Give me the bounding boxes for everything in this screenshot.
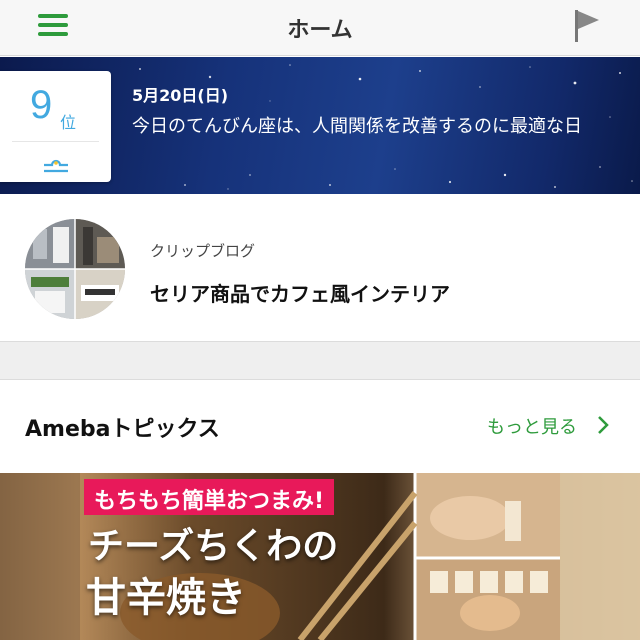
libra-icon — [44, 159, 68, 173]
horoscope-rank-card[interactable]: 9 位 — [0, 71, 111, 182]
blog-thumbnail — [25, 219, 125, 319]
flag-icon[interactable] — [572, 7, 604, 43]
horoscope-message: 今日のてんびん座は、人間関係を改善するのに最適な日 — [132, 116, 582, 137]
horoscope-date: 5月20日(日) — [132, 86, 229, 105]
clip-blog-card[interactable]: クリップブログ セリア商品でカフェ風インテリア — [0, 194, 640, 342]
banner-headline-line2: 甘辛焼き — [86, 575, 246, 621]
section-divider — [0, 342, 640, 380]
rank-unit: 位 — [60, 113, 77, 132]
page-title: ホーム — [287, 18, 353, 43]
clip-title: セリア商品でカフェ風インテリア — [150, 282, 450, 306]
topics-title: Amebaトピックス — [25, 417, 220, 442]
more-link[interactable]: もっと見る — [487, 413, 577, 438]
banner-headline-line1: チーズちくわの — [88, 526, 339, 567]
topic-banner[interactable]: もちもち簡単おつまみ! チーズちくわの 甘辛焼き — [0, 473, 640, 640]
clip-category-label: クリップブログ — [150, 242, 256, 260]
rank-number: 9 — [30, 83, 53, 127]
topics-header: Amebaトピックス もっと見る — [0, 381, 640, 473]
horoscope-banner[interactable]: 9 位 5月20日(日) 今日のてんびん座は、人間関係を改善するのに最適な日 — [0, 57, 640, 194]
app-header: ホーム — [0, 0, 640, 56]
chevron-right-icon[interactable] — [596, 415, 610, 435]
banner-tag: もちもち簡単おつまみ! — [84, 479, 335, 515]
divider — [12, 141, 99, 142]
